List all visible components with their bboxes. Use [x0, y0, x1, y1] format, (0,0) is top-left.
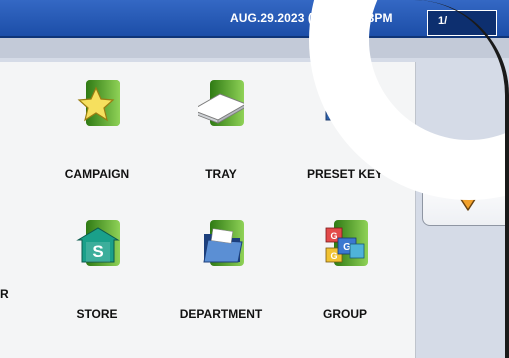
- menu-item-store[interactable]: S STORE: [34, 220, 154, 321]
- menu-item-campaign[interactable]: CAMPAIGN: [34, 80, 154, 181]
- folder-icon: [203, 220, 244, 266]
- device-screen: AUG.29.2023 (TUE) 11:03PM 1/ CAMPAIGN TR…: [0, 0, 509, 358]
- tray-icon: [198, 80, 244, 126]
- menu-item-tray[interactable]: TRAY: [158, 80, 278, 181]
- partial-menu-label: R: [0, 287, 9, 301]
- preset-key-icon: [325, 80, 368, 126]
- menu-item-department[interactable]: DEPARTMENT: [158, 220, 278, 321]
- triangle-down-icon: [454, 189, 482, 211]
- page-indicator: 1/: [438, 15, 448, 27]
- menu-item-label: TRAY: [205, 167, 237, 181]
- menu-item-label: DEPARTMENT: [179, 307, 263, 321]
- menu-panel: CAMPAIGN TRAY PRESET KEY S STORE DEPARTM…: [0, 62, 416, 358]
- svg-text:G: G: [330, 231, 337, 241]
- menu-item-label: PRESET KEY: [306, 167, 384, 181]
- svg-text:G: G: [330, 251, 337, 261]
- menu-item-preset-key[interactable]: PRESET KEY: [282, 80, 402, 181]
- scroll-down-button[interactable]: [422, 173, 509, 226]
- menu-item-label: STORE: [76, 307, 118, 321]
- menu-item-label: GROUP: [322, 307, 367, 321]
- title-strip: [0, 38, 509, 58]
- star-icon: [77, 80, 120, 126]
- store-icon: S: [76, 220, 120, 266]
- menu-item-group[interactable]: G G G GROUP: [282, 220, 402, 321]
- svg-text:S: S: [92, 242, 103, 261]
- group-icon: G G G: [325, 220, 368, 266]
- datetime-display: AUG.29.2023 (TUE) 11:03PM: [230, 11, 393, 25]
- menu-item-label: CAMPAIGN: [64, 167, 130, 181]
- status-bar: AUG.29.2023 (TUE) 11:03PM 1/: [0, 0, 509, 38]
- page-indicator-box: 1/: [427, 10, 497, 36]
